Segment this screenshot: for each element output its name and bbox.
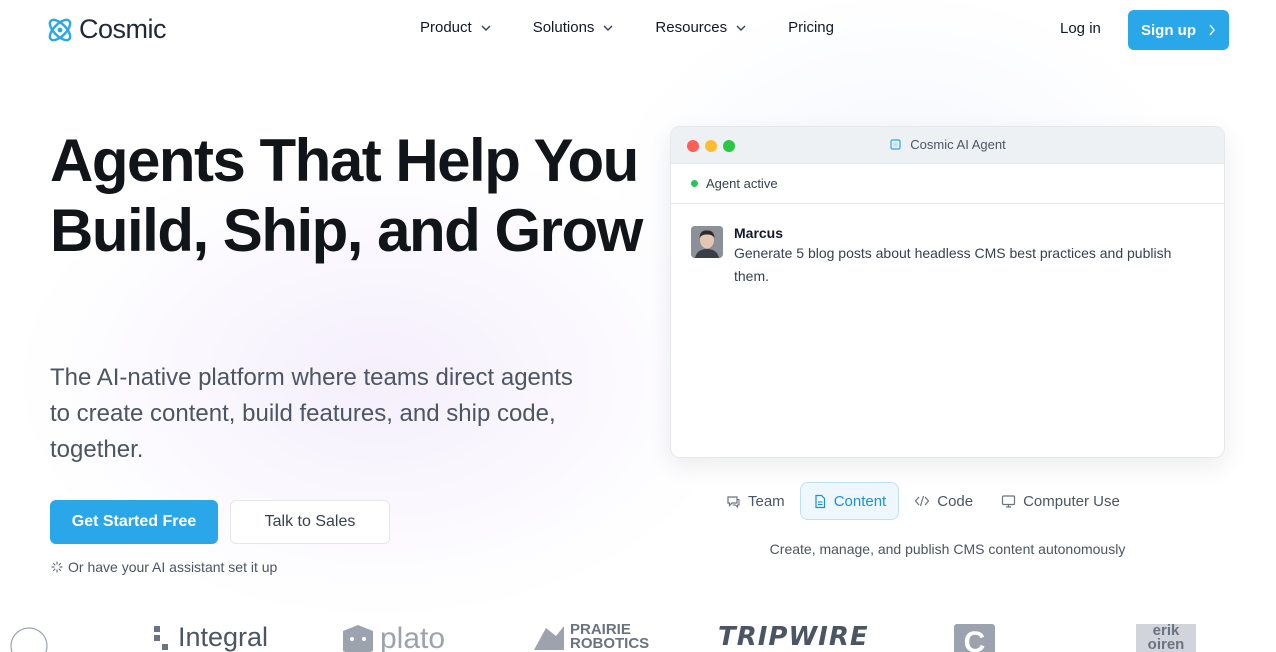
logo-c-tile: C <box>954 624 995 652</box>
chevron-right-icon <box>1209 24 1215 36</box>
message-body: Marcus Generate 5 blog posts about headl… <box>734 224 1204 288</box>
logo-c-text: C <box>963 626 986 652</box>
chevron-down-icon <box>481 25 491 31</box>
partial-logo-icon <box>10 627 48 652</box>
avatar <box>691 226 723 258</box>
window-titlebar: Cosmic AI Agent <box>671 127 1224 164</box>
logo-wordmark: Cosmic <box>79 14 167 44</box>
logo-erik-oiren: erik oiren <box>1136 622 1196 652</box>
main-menu: Product Solutions Resources Pricing <box>420 19 834 36</box>
nav-pricing-label: Pricing <box>788 19 834 36</box>
code-icon <box>914 495 930 507</box>
assistant-note: Or have your AI assistant set it up <box>68 559 278 575</box>
login-link[interactable]: Log in <box>1060 20 1101 37</box>
logo-prairie-robotics: PRAIRIE ROBOTICS <box>532 622 656 652</box>
chevron-down-icon <box>736 25 746 31</box>
cosmic-logo[interactable]: Cosmic <box>45 14 167 45</box>
logo-tripwire: TRIPWIRE <box>718 622 869 652</box>
cosmic-logo-icon <box>48 18 72 41</box>
capability-tabs: Team Content Code Computer Use <box>713 482 1135 520</box>
logo-c: C <box>954 624 995 652</box>
nav-solutions-label: Solutions <box>532 19 595 36</box>
signup-label: Sign up <box>1141 21 1196 39</box>
prairie-robotics-mark-icon <box>534 626 564 650</box>
chevron-down-icon <box>603 25 613 31</box>
logo-erik-oiren-text: erik oiren <box>1147 622 1185 652</box>
logo-erik-oiren-tile: erik oiren <box>1136 622 1196 652</box>
agent-window: Cosmic AI Agent Agent active Marcus Gene… <box>670 126 1225 458</box>
logo-prairie-robotics-text: PRAIRIE ROBOTICS <box>570 621 650 652</box>
status-dot-icon <box>691 180 698 187</box>
logo-plato: plato <box>340 622 445 652</box>
logo-tripwire-text: TRIPWIRE <box>718 622 869 652</box>
window-title: Cosmic AI Agent <box>671 137 1224 152</box>
spinner-icon <box>51 561 63 573</box>
tab-team[interactable]: Team <box>713 482 798 520</box>
get-started-button[interactable]: Get Started Free <box>50 500 218 544</box>
chat-icon <box>727 495 740 508</box>
person-avatar-icon <box>691 226 723 258</box>
plato-dice-icon <box>343 625 373 652</box>
integral-mark-icon <box>154 625 168 650</box>
talk-to-sales-button[interactable]: Talk to Sales <box>230 500 390 544</box>
tab-computer-use-label: Computer Use <box>1023 492 1120 510</box>
message-author: Marcus <box>734 225 784 241</box>
logo-integral: Integral <box>152 622 268 652</box>
tab-content-label: Content <box>833 492 887 510</box>
nav-solutions[interactable]: Solutions <box>533 19 615 36</box>
tab-computer-use[interactable]: Computer Use <box>988 482 1133 520</box>
nav-resources[interactable]: Resources <box>655 19 747 36</box>
chat-message: Marcus Generate 5 blog posts about headl… <box>691 224 1204 288</box>
tab-code-label: Code <box>937 492 974 510</box>
top-navigation: Cosmic Product Solutions Resources Prici… <box>0 0 1276 60</box>
hero-title: Agents That Help You Build, Ship, and Gr… <box>50 127 643 264</box>
nav-product-label: Product <box>420 19 472 36</box>
monitor-icon <box>1001 494 1016 508</box>
nav-pricing[interactable]: Pricing <box>788 19 834 36</box>
tab-team-label: Team <box>748 492 785 510</box>
document-icon <box>815 494 825 508</box>
agent-status: Agent active <box>671 164 1224 204</box>
customer-logo-strip: Integral plato PRAIRIE ROBOTICS TRIPWIRE… <box>0 618 1276 652</box>
message-text: Generate 5 blog posts about headless CMS… <box>734 245 1172 284</box>
tab-content[interactable]: Content <box>799 482 900 520</box>
nav-resources-label: Resources <box>655 19 728 36</box>
signup-button[interactable]: Sign up <box>1128 10 1229 50</box>
agent-status-text: Agent active <box>706 176 778 191</box>
logo-integral-text: Integral <box>178 622 269 652</box>
window-title-text: Cosmic AI Agent <box>910 137 1006 152</box>
chip-icon <box>890 139 901 150</box>
logo-plato-text: plato <box>380 622 446 652</box>
ai-assistant-setup-link[interactable]: Or have your AI assistant set it up <box>51 559 277 575</box>
hero-subtitle: The AI-native platform where teams direc… <box>50 364 573 463</box>
nav-product[interactable]: Product <box>420 19 492 36</box>
tab-code[interactable]: Code <box>901 482 986 520</box>
tab-caption: Create, manage, and publish CMS content … <box>769 541 1126 557</box>
